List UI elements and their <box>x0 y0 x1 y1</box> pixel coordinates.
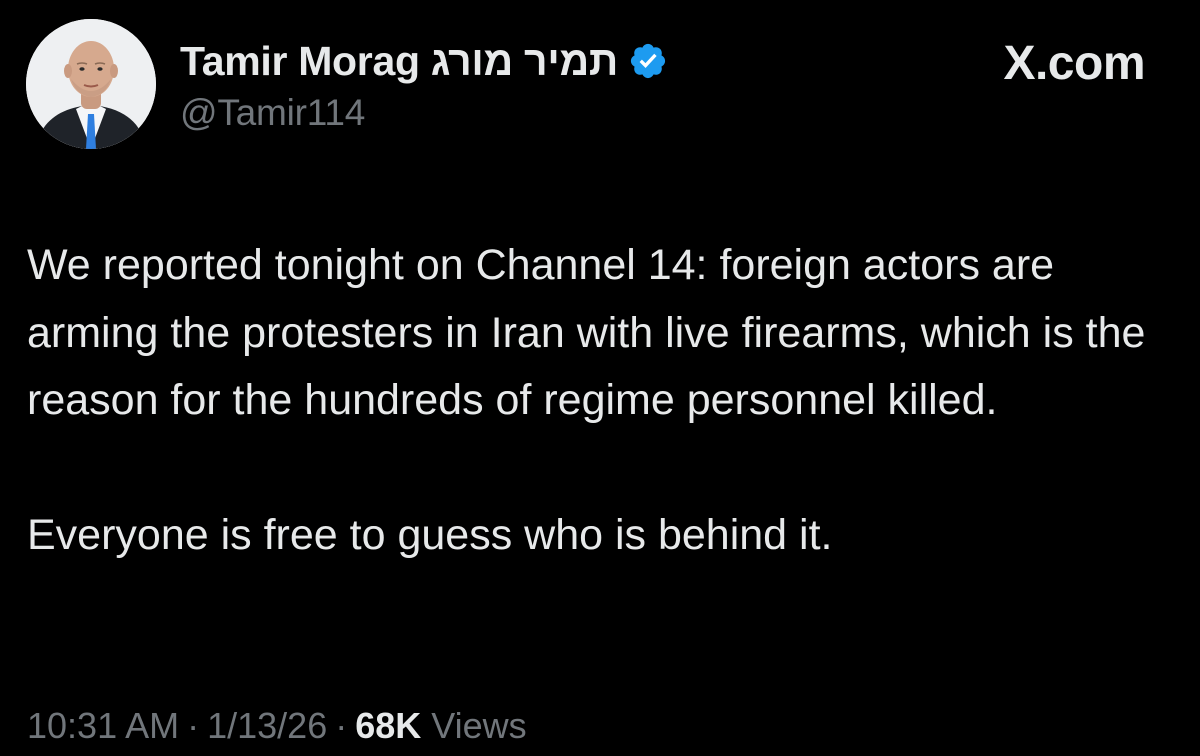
avatar-photo <box>26 19 156 149</box>
tweet-text: We reported tonight on Channel 14: forei… <box>27 232 1177 569</box>
separator-dot: · <box>335 705 348 746</box>
brand-logo: X.com <box>1003 37 1145 90</box>
views-count: 68K <box>355 705 422 746</box>
separator-dot: · <box>187 705 200 746</box>
tweet-paragraph: We reported tonight on Channel 14: forei… <box>27 241 1146 424</box>
tweet-meta: 10:31 AM · 1/13/26 · 68K Views <box>27 705 527 747</box>
views-label: Views <box>431 705 527 746</box>
author-handle[interactable]: @Tamir114 <box>180 92 365 134</box>
verified-badge-icon <box>628 41 668 81</box>
tweet-card: Tamir Morag תמיר מורג @Tamir114 X.com We… <box>0 0 1200 756</box>
tweet-date[interactable]: 1/13/26 <box>207 705 327 746</box>
author-name-row: Tamir Morag תמיר מורג <box>180 36 668 86</box>
author-display-name[interactable]: Tamir Morag תמיר מורג <box>180 38 618 85</box>
tweet-paragraph: Everyone is free to guess who is behind … <box>27 510 833 559</box>
avatar[interactable] <box>26 19 156 149</box>
tweet-time[interactable]: 10:31 AM <box>27 705 179 746</box>
